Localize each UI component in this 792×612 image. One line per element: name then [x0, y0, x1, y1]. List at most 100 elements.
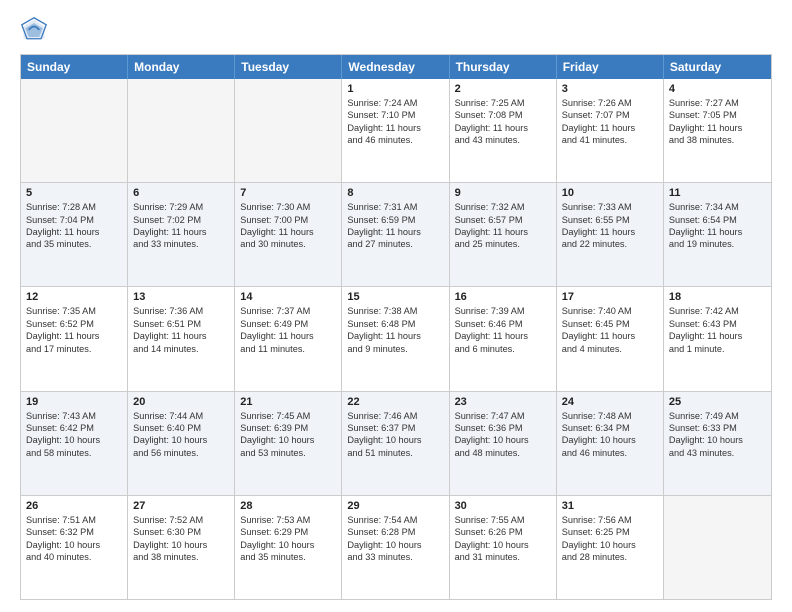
day-cell-16: 16 Sunrise: 7:39 AM Sunset: 6:46 PM Dayli…	[450, 287, 557, 390]
page: SundayMondayTuesdayWednesdayThursdayFrid…	[0, 0, 792, 612]
day-number: 17	[562, 291, 658, 303]
day-cell-8: 8 Sunrise: 7:31 AM Sunset: 6:59 PM Daylig…	[342, 183, 449, 286]
day-number: 2	[455, 83, 551, 95]
day-number: 8	[347, 187, 443, 199]
day-number: 24	[562, 396, 658, 408]
day-info: Sunrise: 7:40 AM Sunset: 6:45 PM Dayligh…	[562, 305, 658, 355]
calendar: SundayMondayTuesdayWednesdayThursdayFrid…	[20, 54, 772, 600]
day-number: 28	[240, 500, 336, 512]
day-number: 27	[133, 500, 229, 512]
day-info: Sunrise: 7:28 AM Sunset: 7:04 PM Dayligh…	[26, 201, 122, 251]
day-info: Sunrise: 7:55 AM Sunset: 6:26 PM Dayligh…	[455, 514, 551, 564]
calendar-row-0: 1Sunrise: 7:24 AM Sunset: 7:10 PM Daylig…	[21, 79, 771, 182]
day-number: 10	[562, 187, 658, 199]
day-number: 16	[455, 291, 551, 303]
day-cell-28: 28Sunrise: 7:53 AM Sunset: 6:29 PM Dayli…	[235, 496, 342, 599]
calendar-row-1: 5 Sunrise: 7:28 AM Sunset: 7:04 PM Daylig…	[21, 182, 771, 286]
day-info: Sunrise: 7:35 AM Sunset: 6:52 PM Dayligh…	[26, 305, 122, 355]
day-cell-15: 15 Sunrise: 7:38 AM Sunset: 6:48 PM Dayli…	[342, 287, 449, 390]
day-info: Sunrise: 7:30 AM Sunset: 7:00 PM Dayligh…	[240, 201, 336, 251]
logo	[20, 16, 52, 44]
day-info: Sunrise: 7:33 AM Sunset: 6:55 PM Dayligh…	[562, 201, 658, 251]
day-info: Sunrise: 7:52 AM Sunset: 6:30 PM Dayligh…	[133, 514, 229, 564]
day-cell-11: 11 Sunrise: 7:34 AM Sunset: 6:54 PM Dayli…	[664, 183, 771, 286]
day-number: 26	[26, 500, 122, 512]
day-info: Sunrise: 7:37 AM Sunset: 6:49 PM Dayligh…	[240, 305, 336, 355]
calendar-header: SundayMondayTuesdayWednesdayThursdayFrid…	[21, 55, 771, 79]
header-day-saturday: Saturday	[664, 55, 771, 79]
day-info: Sunrise: 7:51 AM Sunset: 6:32 PM Dayligh…	[26, 514, 122, 564]
day-number: 29	[347, 500, 443, 512]
day-number: 14	[240, 291, 336, 303]
day-cell-26: 26 Sunrise: 7:51 AM Sunset: 6:32 PM Dayli…	[21, 496, 128, 599]
calendar-body: 1Sunrise: 7:24 AM Sunset: 7:10 PM Daylig…	[21, 79, 771, 599]
day-number: 23	[455, 396, 551, 408]
day-info: Sunrise: 7:31 AM Sunset: 6:59 PM Dayligh…	[347, 201, 443, 251]
day-info: Sunrise: 7:45 AM Sunset: 6:39 PM Dayligh…	[240, 410, 336, 460]
header-day-sunday: Sunday	[21, 55, 128, 79]
day-info: Sunrise: 7:38 AM Sunset: 6:48 PM Dayligh…	[347, 305, 443, 355]
day-info: Sunrise: 7:32 AM Sunset: 6:57 PM Dayligh…	[455, 201, 551, 251]
header-day-thursday: Thursday	[450, 55, 557, 79]
day-cell-22: 22 Sunrise: 7:46 AM Sunset: 6:37 PM Dayli…	[342, 392, 449, 495]
day-number: 25	[669, 396, 766, 408]
empty-cell	[21, 79, 128, 182]
day-number: 21	[240, 396, 336, 408]
day-number: 1	[347, 83, 443, 95]
day-info: Sunrise: 7:43 AM Sunset: 6:42 PM Dayligh…	[26, 410, 122, 460]
day-number: 5	[26, 187, 122, 199]
day-info: Sunrise: 7:29 AM Sunset: 7:02 PM Dayligh…	[133, 201, 229, 251]
day-number: 20	[133, 396, 229, 408]
day-info: Sunrise: 7:56 AM Sunset: 6:25 PM Dayligh…	[562, 514, 658, 564]
day-cell-21: 21 Sunrise: 7:45 AM Sunset: 6:39 PM Dayli…	[235, 392, 342, 495]
day-cell-24: 24Sunrise: 7:48 AM Sunset: 6:34 PM Dayli…	[557, 392, 664, 495]
day-number: 12	[26, 291, 122, 303]
day-info: Sunrise: 7:39 AM Sunset: 6:46 PM Dayligh…	[455, 305, 551, 355]
day-cell-4: 4Sunrise: 7:27 AM Sunset: 7:05 PM Daylig…	[664, 79, 771, 182]
day-cell-27: 27 Sunrise: 7:52 AM Sunset: 6:30 PM Dayli…	[128, 496, 235, 599]
day-number: 31	[562, 500, 658, 512]
day-cell-12: 12 Sunrise: 7:35 AM Sunset: 6:52 PM Dayli…	[21, 287, 128, 390]
header-day-monday: Monday	[128, 55, 235, 79]
day-cell-10: 10 Sunrise: 7:33 AM Sunset: 6:55 PM Dayli…	[557, 183, 664, 286]
header-day-tuesday: Tuesday	[235, 55, 342, 79]
day-info: Sunrise: 7:34 AM Sunset: 6:54 PM Dayligh…	[669, 201, 766, 251]
day-info: Sunrise: 7:25 AM Sunset: 7:08 PM Dayligh…	[455, 97, 551, 147]
day-info: Sunrise: 7:42 AM Sunset: 6:43 PM Dayligh…	[669, 305, 766, 355]
day-info: Sunrise: 7:46 AM Sunset: 6:37 PM Dayligh…	[347, 410, 443, 460]
day-info: Sunrise: 7:54 AM Sunset: 6:28 PM Dayligh…	[347, 514, 443, 564]
day-cell-2: 2 Sunrise: 7:25 AM Sunset: 7:08 PM Daylig…	[450, 79, 557, 182]
day-cell-6: 6 Sunrise: 7:29 AM Sunset: 7:02 PM Daylig…	[128, 183, 235, 286]
day-number: 13	[133, 291, 229, 303]
day-number: 30	[455, 500, 551, 512]
day-number: 11	[669, 187, 766, 199]
day-cell-18: 18 Sunrise: 7:42 AM Sunset: 6:43 PM Dayli…	[664, 287, 771, 390]
day-number: 15	[347, 291, 443, 303]
day-cell-23: 23Sunrise: 7:47 AM Sunset: 6:36 PM Dayli…	[450, 392, 557, 495]
day-number: 19	[26, 396, 122, 408]
day-cell-17: 17 Sunrise: 7:40 AM Sunset: 6:45 PM Dayli…	[557, 287, 664, 390]
day-cell-31: 31 Sunrise: 7:56 AM Sunset: 6:25 PM Dayli…	[557, 496, 664, 599]
day-cell-19: 19 Sunrise: 7:43 AM Sunset: 6:42 PM Dayli…	[21, 392, 128, 495]
header	[20, 16, 772, 44]
day-cell-14: 14 Sunrise: 7:37 AM Sunset: 6:49 PM Dayli…	[235, 287, 342, 390]
day-cell-30: 30 Sunrise: 7:55 AM Sunset: 6:26 PM Dayli…	[450, 496, 557, 599]
calendar-row-2: 12 Sunrise: 7:35 AM Sunset: 6:52 PM Dayli…	[21, 286, 771, 390]
day-cell-13: 13Sunrise: 7:36 AM Sunset: 6:51 PM Dayli…	[128, 287, 235, 390]
calendar-row-4: 26 Sunrise: 7:51 AM Sunset: 6:32 PM Dayli…	[21, 495, 771, 599]
day-number: 9	[455, 187, 551, 199]
day-cell-20: 20Sunrise: 7:44 AM Sunset: 6:40 PM Dayli…	[128, 392, 235, 495]
day-number: 7	[240, 187, 336, 199]
logo-icon	[20, 16, 48, 44]
header-day-wednesday: Wednesday	[342, 55, 449, 79]
empty-cell	[235, 79, 342, 182]
day-cell-9: 9 Sunrise: 7:32 AM Sunset: 6:57 PM Daylig…	[450, 183, 557, 286]
empty-cell	[664, 496, 771, 599]
day-number: 22	[347, 396, 443, 408]
day-number: 6	[133, 187, 229, 199]
day-number: 18	[669, 291, 766, 303]
day-cell-1: 1Sunrise: 7:24 AM Sunset: 7:10 PM Daylig…	[342, 79, 449, 182]
day-number: 3	[562, 83, 658, 95]
day-cell-3: 3Sunrise: 7:26 AM Sunset: 7:07 PM Daylig…	[557, 79, 664, 182]
day-cell-7: 7 Sunrise: 7:30 AM Sunset: 7:00 PM Daylig…	[235, 183, 342, 286]
